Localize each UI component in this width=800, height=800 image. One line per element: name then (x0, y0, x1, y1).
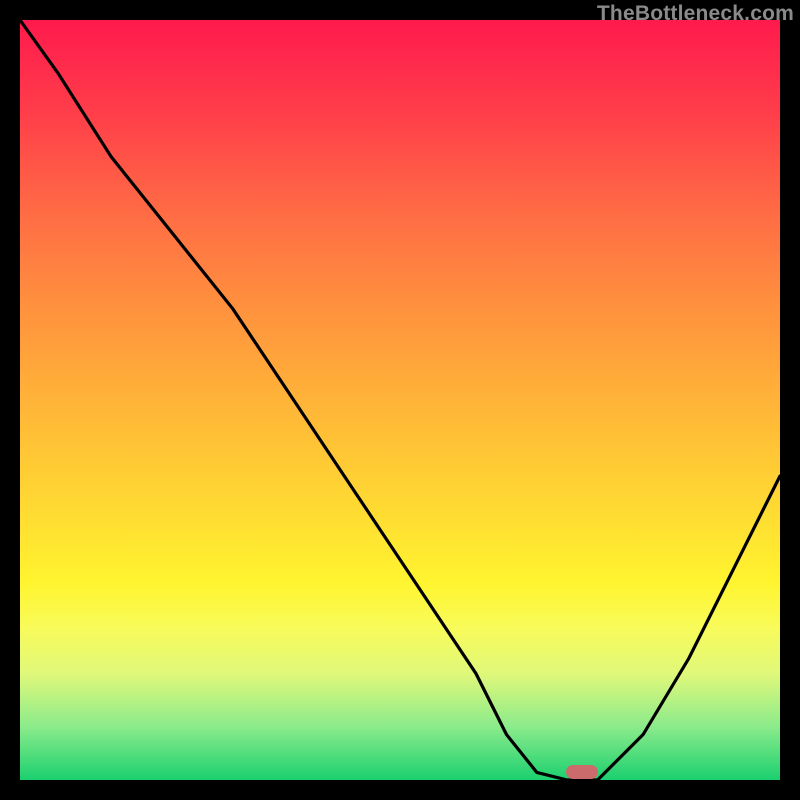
bottleneck-curve (20, 20, 780, 780)
plot-area (20, 20, 780, 780)
chart-frame: TheBottleneck.com (0, 0, 800, 800)
watermark-text: TheBottleneck.com (597, 2, 794, 26)
optimal-point-marker (566, 765, 598, 779)
